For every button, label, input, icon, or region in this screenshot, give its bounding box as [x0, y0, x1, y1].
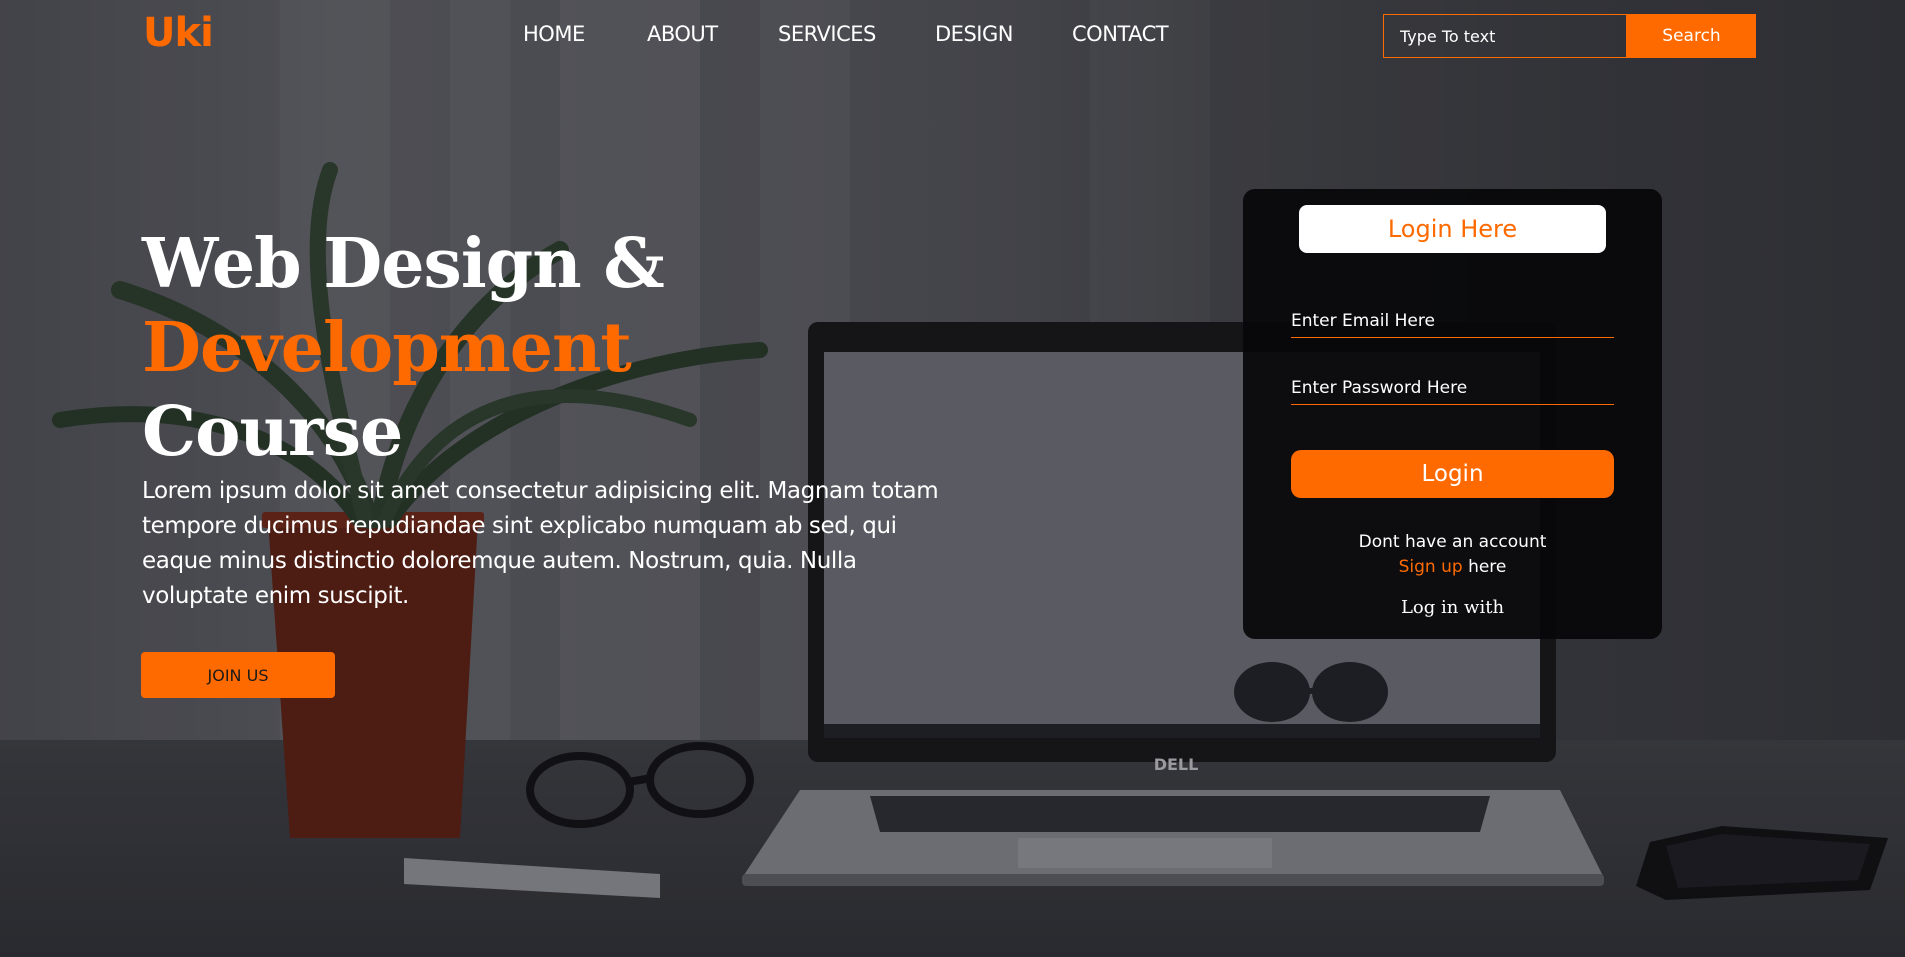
signup-suffix: here	[1462, 557, 1507, 577]
hero-title: Web Design & Development Course	[142, 222, 665, 474]
hero-title-line1: Web Design &	[142, 224, 665, 304]
site-header: Uki HOME ABOUT SERVICES DESIGN CONTACT S…	[0, 0, 1905, 72]
hero-description: Lorem ipsum dolor sit amet consectetur a…	[142, 478, 939, 609]
signup-link[interactable]: Sign up	[1399, 557, 1463, 577]
login-with-text: Log in with	[1400, 597, 1505, 618]
search-button[interactable]: Search	[1627, 14, 1756, 58]
signup-prompt: Sign up here	[1243, 557, 1662, 577]
nav-item-home[interactable]: HOME	[523, 22, 585, 46]
login-button[interactable]: Login	[1291, 450, 1614, 498]
hero-title-line3: Course	[142, 392, 403, 472]
no-account-text: Dont have an account	[1358, 532, 1547, 552]
nav-item-services[interactable]: SERVICES	[778, 22, 876, 46]
login-card: Login Here Login Dont have an account Si…	[1243, 189, 1662, 639]
brand-logo[interactable]: Uki	[143, 10, 214, 56]
search-input[interactable]	[1383, 14, 1627, 58]
password-field[interactable]	[1291, 369, 1614, 405]
login-title: Login Here	[1299, 205, 1606, 253]
join-us-button[interactable]: JOIN US	[141, 652, 335, 698]
hero-title-line2: Development	[142, 308, 632, 388]
nav-item-about[interactable]: ABOUT	[647, 22, 718, 46]
nav-item-design[interactable]: DESIGN	[935, 22, 1013, 46]
nav-item-contact[interactable]: CONTACT	[1072, 22, 1169, 46]
email-field[interactable]	[1291, 302, 1614, 338]
